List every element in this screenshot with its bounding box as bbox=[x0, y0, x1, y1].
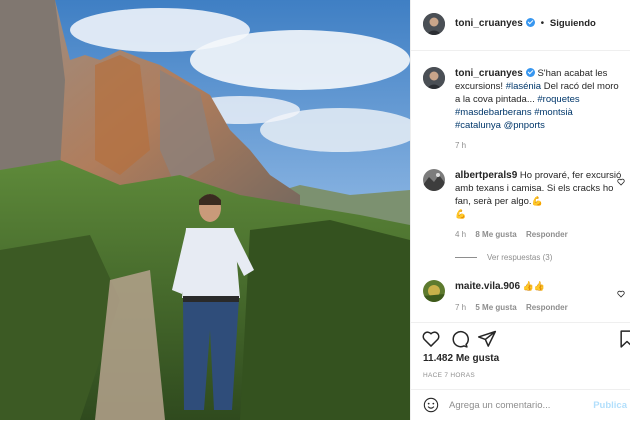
comment-text: maite.vila.906 👍👍 bbox=[455, 280, 623, 293]
hashtag-link[interactable]: #roquetes bbox=[537, 94, 579, 105]
comment-icon[interactable] bbox=[449, 329, 469, 349]
comment-like-icon[interactable] bbox=[617, 173, 625, 186]
share-icon[interactable] bbox=[477, 329, 497, 349]
header-line: toni_cruanyes • Siguiendo bbox=[455, 18, 596, 29]
comment-text: albertperals9 Ho provaré, fer excursió a… bbox=[455, 169, 623, 221]
hashtag-link[interactable]: #lasénia bbox=[506, 81, 541, 92]
comment-username[interactable]: albertperals9 bbox=[455, 170, 517, 181]
caption-time: 7 h bbox=[455, 141, 467, 150]
comments-list: toni_cruanyes S'han acabat les excursions… bbox=[411, 51, 630, 321]
hashtag-link[interactable]: @pnports bbox=[504, 120, 545, 131]
comment-likes[interactable]: 5 Me gusta bbox=[475, 303, 516, 312]
reply-button[interactable]: Responder bbox=[526, 230, 568, 239]
caption-username[interactable]: toni_cruanyes bbox=[455, 68, 523, 79]
comment-box: Publica bbox=[411, 389, 630, 421]
emoji-picker-icon[interactable] bbox=[423, 397, 439, 413]
caption-fragment: excursions! bbox=[455, 81, 506, 92]
author-username[interactable]: toni_cruanyes bbox=[455, 18, 523, 29]
comment-input[interactable] bbox=[449, 397, 587, 413]
hashtag-link[interactable]: #montsià bbox=[534, 107, 573, 118]
verified-badge-icon bbox=[525, 68, 535, 77]
hashtag-link[interactable]: #masdebarberans bbox=[455, 107, 532, 118]
comment-time: 4 h bbox=[455, 230, 467, 239]
bookmark-icon[interactable] bbox=[617, 329, 630, 349]
comment-meta: 4 h 8 Me gusta Responder bbox=[455, 230, 575, 239]
reply-button[interactable]: Responder bbox=[526, 303, 568, 312]
post-actions: 11.482 Me gusta HACE 7 HORAS bbox=[411, 322, 630, 383]
thumbs-up-emoji: 👍👍 bbox=[522, 281, 546, 291]
verified-badge-icon bbox=[525, 18, 535, 27]
caption-fragment: S'han acabat les bbox=[537, 68, 608, 79]
comment-avatar[interactable] bbox=[423, 280, 445, 302]
publish-button[interactable]: Publica bbox=[593, 400, 627, 411]
landscape-photo bbox=[0, 0, 410, 420]
caption-fragment: a la cova pintada... bbox=[455, 94, 538, 105]
caption-fragment: Del racó del moro bbox=[541, 81, 619, 92]
post-side-panel: toni_cruanyes • Siguiendo toni_cruanyes … bbox=[410, 0, 630, 420]
comment-username[interactable]: maite.vila.906 bbox=[455, 281, 520, 292]
caption-avatar[interactable] bbox=[423, 67, 445, 89]
flexed-biceps-emoji: 💪 bbox=[455, 209, 467, 219]
caption-text: toni_cruanyes S'han acabat les excursions… bbox=[455, 67, 623, 132]
comment-time: 7 h bbox=[455, 303, 467, 312]
comment-likes[interactable]: 8 Me gusta bbox=[475, 230, 516, 239]
comment-avatar[interactable] bbox=[423, 169, 445, 191]
flexed-biceps-emoji: 💪 bbox=[531, 196, 543, 206]
heart-icon[interactable] bbox=[421, 329, 441, 349]
author-avatar[interactable] bbox=[423, 13, 445, 35]
comment-like-icon[interactable] bbox=[617, 285, 625, 298]
post-header: toni_cruanyes • Siguiendo bbox=[411, 0, 630, 51]
likes-count[interactable]: 11.482 Me gusta bbox=[423, 353, 499, 364]
view-replies-button[interactable]: Ver respuestas (3) bbox=[455, 253, 552, 262]
comment-meta: 7 h 5 Me gusta Responder bbox=[455, 303, 575, 312]
post-photo[interactable] bbox=[0, 0, 410, 420]
following-button[interactable]: Siguiendo bbox=[550, 18, 596, 29]
hashtag-link[interactable]: #catalunya bbox=[455, 120, 501, 131]
post-timestamp: HACE 7 HORAS bbox=[423, 372, 476, 379]
separator-dot: • bbox=[540, 18, 545, 29]
